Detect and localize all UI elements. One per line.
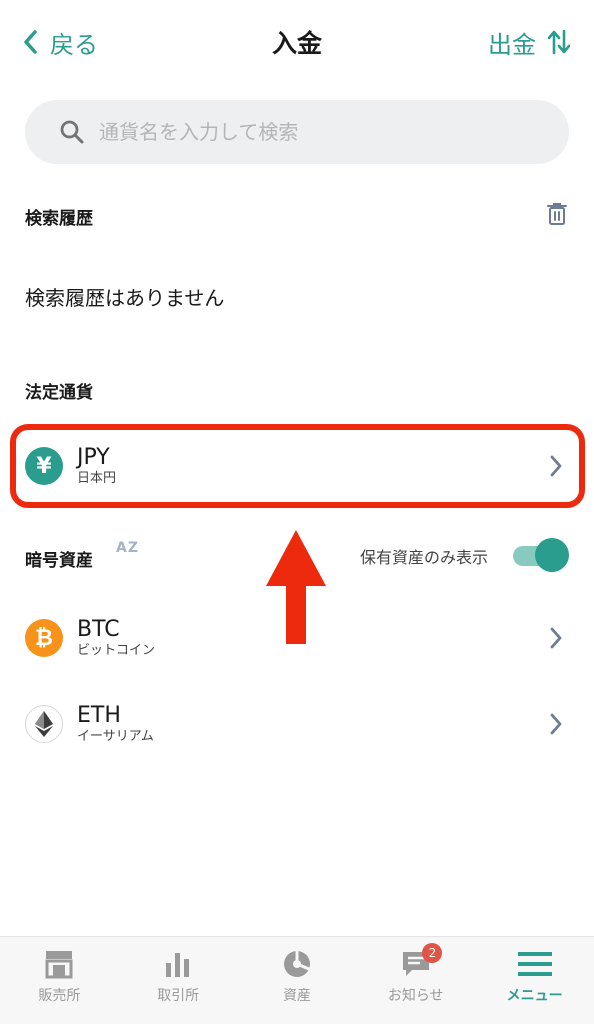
hamburger-menu-icon	[517, 952, 552, 976]
history-empty-text: 検索履歴はありません	[25, 286, 225, 310]
sort-az-icon[interactable]: AZ	[116, 540, 139, 556]
tab-exchange[interactable]: 取引所	[119, 937, 238, 1024]
notification-badge: 2	[422, 943, 443, 963]
chevron-right-icon	[550, 713, 562, 735]
highlight-box	[10, 424, 585, 508]
bitcoin-icon: ₿	[25, 619, 63, 657]
red-arrow-annotation	[266, 530, 326, 644]
currency-name: イーサリアム	[77, 729, 154, 744]
currency-code: BTC	[77, 617, 120, 642]
chevron-right-icon	[550, 627, 562, 649]
tab-assets[interactable]: 資産	[238, 937, 357, 1024]
search-input[interactable]	[99, 120, 519, 144]
search-bar[interactable]	[25, 100, 569, 164]
trash-icon	[547, 203, 567, 225]
withdraw-label: 出金	[488, 30, 536, 59]
tab-label: メニュー	[506, 988, 563, 1004]
withdraw-button[interactable]: 出金	[488, 22, 570, 62]
tab-label: 資産	[282, 988, 311, 1004]
holdings-toggle-label: 保有資産のみ表示	[360, 548, 489, 567]
history-section-label: 検索履歴	[25, 209, 93, 229]
pie-chart-icon	[283, 951, 310, 977]
currency-code: ETH	[77, 703, 121, 728]
crypto-section-label: 暗号資産	[25, 551, 93, 571]
header: 戻る 入金 出金	[0, 0, 594, 84]
tab-label: 販売所	[38, 988, 81, 1004]
tab-label: 取引所	[157, 988, 200, 1004]
search-icon	[60, 120, 84, 144]
tab-menu[interactable]: メニュー	[475, 937, 594, 1024]
tab-label: お知らせ	[387, 988, 444, 1004]
store-icon	[45, 951, 73, 979]
tab-store[interactable]: 販売所	[0, 937, 119, 1024]
bar-chart-icon	[166, 953, 190, 977]
tab-bar: 販売所 取引所 資産 2 お知らせ メニュー	[0, 936, 594, 1024]
holdings-toggle[interactable]	[511, 538, 569, 572]
clear-history-button[interactable]	[546, 202, 568, 230]
fiat-section-label: 法定通貨	[25, 383, 93, 403]
swap-vertical-icon	[548, 29, 570, 55]
currency-row-eth[interactable]: ETH イーサリアム	[25, 694, 569, 754]
currency-name: ビットコイン	[77, 643, 156, 658]
toggle-knob	[535, 538, 569, 572]
ethereum-icon	[25, 705, 63, 743]
tab-notifications[interactable]: 2 お知らせ	[356, 937, 475, 1024]
